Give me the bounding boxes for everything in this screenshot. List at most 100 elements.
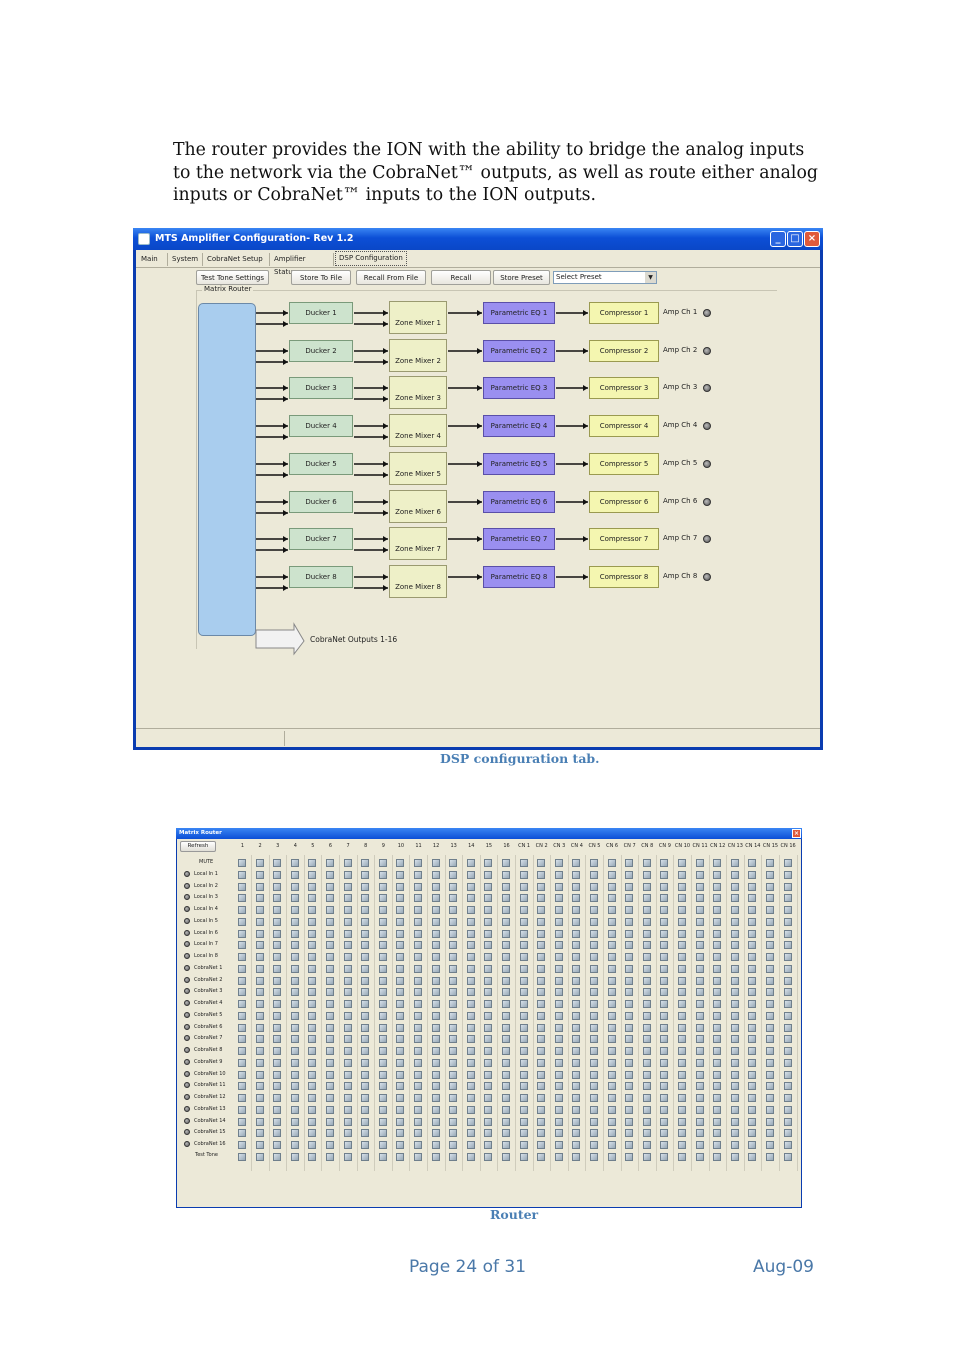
crosspoint-checkbox[interactable] xyxy=(766,1047,774,1055)
crosspoint-checkbox[interactable] xyxy=(502,1105,510,1114)
crosspoint-checkbox[interactable] xyxy=(414,894,422,903)
crosspoint-checkbox[interactable] xyxy=(361,1082,370,1091)
crosspoint-checkbox[interactable] xyxy=(502,1011,510,1020)
crosspoint-checkbox[interactable] xyxy=(361,870,370,879)
crosspoint-checkbox[interactable] xyxy=(466,1035,475,1044)
test-tone-checkbox[interactable] xyxy=(554,1152,563,1161)
crosspoint-checkbox[interactable] xyxy=(326,1011,334,1020)
crosspoint-checkbox[interactable] xyxy=(466,1023,475,1032)
crosspoint-checkbox[interactable] xyxy=(554,1117,563,1126)
crosspoint-checkbox[interactable] xyxy=(660,882,669,891)
crosspoint-checkbox[interactable] xyxy=(414,1070,422,1079)
crosspoint-checkbox[interactable] xyxy=(695,1117,704,1126)
crosspoint-checkbox[interactable] xyxy=(625,1117,634,1126)
mute-checkbox[interactable] xyxy=(607,859,616,867)
compressor-block[interactable]: Compressor 5 xyxy=(589,453,659,475)
crosspoint-checkbox[interactable] xyxy=(449,1011,458,1020)
crosspoint-checkbox[interactable] xyxy=(748,1047,757,1055)
crosspoint-checkbox[interactable] xyxy=(290,988,299,997)
crosspoint-checkbox[interactable] xyxy=(449,1035,458,1044)
crosspoint-checkbox[interactable] xyxy=(238,1035,246,1044)
crosspoint-checkbox[interactable] xyxy=(238,1105,246,1114)
crosspoint-checkbox[interactable] xyxy=(642,1094,651,1102)
crosspoint-checkbox[interactable] xyxy=(361,1023,370,1032)
crosspoint-checkbox[interactable] xyxy=(625,964,634,973)
crosspoint-checkbox[interactable] xyxy=(273,953,282,961)
crosspoint-checkbox[interactable] xyxy=(590,1000,598,1008)
test-tone-checkbox[interactable] xyxy=(730,1152,739,1161)
crosspoint-checkbox[interactable] xyxy=(484,1023,493,1032)
crosspoint-checkbox[interactable] xyxy=(414,929,422,938)
crosspoint-checkbox[interactable] xyxy=(273,1070,282,1079)
crosspoint-checkbox[interactable] xyxy=(660,1129,669,1138)
crosspoint-checkbox[interactable] xyxy=(572,1023,581,1032)
crosspoint-checkbox[interactable] xyxy=(343,870,352,879)
crosspoint-checkbox[interactable] xyxy=(730,1011,739,1020)
crosspoint-checkbox[interactable] xyxy=(378,941,387,950)
crosspoint-checkbox[interactable] xyxy=(625,917,634,926)
crosspoint-checkbox[interactable] xyxy=(361,941,370,950)
close-icon[interactable]: × xyxy=(792,829,801,838)
crosspoint-checkbox[interactable] xyxy=(255,1011,264,1020)
crosspoint-checkbox[interactable] xyxy=(290,1082,299,1091)
crosspoint-checkbox[interactable] xyxy=(730,929,739,938)
crosspoint-checkbox[interactable] xyxy=(308,1117,317,1126)
crosspoint-checkbox[interactable] xyxy=(695,1141,704,1149)
compressor-block[interactable]: Compressor 1 xyxy=(589,302,659,324)
crosspoint-checkbox[interactable] xyxy=(343,1047,352,1055)
crosspoint-checkbox[interactable] xyxy=(343,1141,352,1149)
crosspoint-checkbox[interactable] xyxy=(290,1094,299,1102)
crosspoint-checkbox[interactable] xyxy=(308,1011,317,1020)
crosspoint-checkbox[interactable] xyxy=(678,1105,686,1114)
crosspoint-checkbox[interactable] xyxy=(748,1070,757,1079)
crosspoint-checkbox[interactable] xyxy=(273,1105,282,1114)
mute-checkbox[interactable] xyxy=(449,859,458,867)
crosspoint-checkbox[interactable] xyxy=(660,1070,669,1079)
test-tone-checkbox[interactable] xyxy=(783,1152,792,1161)
crosspoint-checkbox[interactable] xyxy=(255,1117,264,1126)
crosspoint-checkbox[interactable] xyxy=(713,1105,722,1114)
crosspoint-checkbox[interactable] xyxy=(783,964,792,973)
crosspoint-checkbox[interactable] xyxy=(431,929,440,938)
crosspoint-checkbox[interactable] xyxy=(642,1047,651,1055)
crosspoint-checkbox[interactable] xyxy=(537,976,546,985)
crosspoint-checkbox[interactable] xyxy=(449,1000,458,1008)
crosspoint-checkbox[interactable] xyxy=(273,894,282,903)
crosspoint-checkbox[interactable] xyxy=(484,1058,493,1067)
crosspoint-checkbox[interactable] xyxy=(502,1023,510,1032)
crosspoint-checkbox[interactable] xyxy=(343,1011,352,1020)
crosspoint-checkbox[interactable] xyxy=(238,953,246,961)
crosspoint-checkbox[interactable] xyxy=(713,929,722,938)
test-tone-checkbox[interactable] xyxy=(396,1152,405,1161)
crosspoint-checkbox[interactable] xyxy=(537,964,546,973)
crosspoint-checkbox[interactable] xyxy=(554,964,563,973)
crosspoint-checkbox[interactable] xyxy=(378,1117,387,1126)
crosspoint-checkbox[interactable] xyxy=(449,1058,458,1067)
crosspoint-checkbox[interactable] xyxy=(625,988,634,997)
crosspoint-checkbox[interactable] xyxy=(766,929,774,938)
crosspoint-checkbox[interactable] xyxy=(625,906,634,914)
zone-mixer-block[interactable]: Zone Mixer 3 xyxy=(389,376,447,409)
crosspoint-checkbox[interactable] xyxy=(326,870,334,879)
crosspoint-checkbox[interactable] xyxy=(713,988,722,997)
crosspoint-checkbox[interactable] xyxy=(695,1011,704,1020)
crosspoint-checkbox[interactable] xyxy=(449,1105,458,1114)
crosspoint-checkbox[interactable] xyxy=(449,1047,458,1055)
crosspoint-checkbox[interactable] xyxy=(660,953,669,961)
crosspoint-checkbox[interactable] xyxy=(431,964,440,973)
mute-checkbox[interactable] xyxy=(343,859,352,867)
crosspoint-checkbox[interactable] xyxy=(730,1105,739,1114)
crosspoint-checkbox[interactable] xyxy=(502,870,510,879)
crosspoint-checkbox[interactable] xyxy=(766,870,774,879)
crosspoint-checkbox[interactable] xyxy=(414,882,422,891)
crosspoint-checkbox[interactable] xyxy=(607,953,616,961)
crosspoint-checkbox[interactable] xyxy=(466,1141,475,1149)
crosspoint-checkbox[interactable] xyxy=(660,964,669,973)
crosspoint-checkbox[interactable] xyxy=(308,988,317,997)
crosspoint-checkbox[interactable] xyxy=(730,1000,739,1008)
crosspoint-checkbox[interactable] xyxy=(537,1023,546,1032)
crosspoint-checkbox[interactable] xyxy=(466,1070,475,1079)
crosspoint-checkbox[interactable] xyxy=(730,1023,739,1032)
crosspoint-checkbox[interactable] xyxy=(660,976,669,985)
crosspoint-checkbox[interactable] xyxy=(484,1117,493,1126)
